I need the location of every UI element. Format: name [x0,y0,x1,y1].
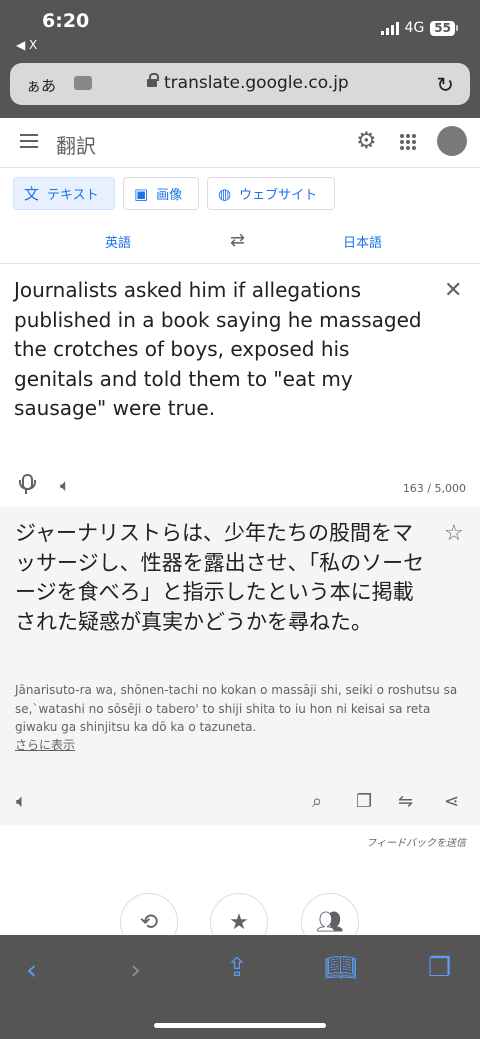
edit-translation-icon[interactable]: ⇋ [398,791,413,812]
tab-text-label: テキスト [47,188,99,203]
back-to-app-link[interactable]: ◀ X [16,38,37,52]
romanization-text: Jānarisuto-ra wa, shōnen-tachi no kokan … [15,683,458,734]
character-count: 163 / 5,000 [402,482,466,495]
reload-icon[interactable]: ↻ [436,73,454,97]
home-indicator [154,1023,326,1028]
globe-icon: ◍ [218,184,232,203]
tab-website-label: ウェブサイト [239,188,318,203]
listen-source-icon[interactable]: 🔈︎ [60,476,70,496]
bookmarks-icon[interactable]: 📖︎ [324,953,357,983]
listen-translation-icon[interactable]: 🔈︎ [16,791,27,812]
tabs-icon[interactable]: ❐ [428,953,451,983]
safari-toolbar: ‹ › ⇪ 📖︎ ❐ [0,935,480,1039]
back-icon[interactable]: ‹ [26,953,37,986]
translate-icon: 文 [24,185,40,203]
extension-icon[interactable] [74,76,92,90]
apps-grid-icon[interactable] [400,134,416,150]
battery-icon: 55 [430,20,455,36]
address-bar[interactable]: ぁあ translate.google.co.jp ↻ [10,63,470,105]
copy-icon[interactable]: ❐ [356,791,372,812]
network-type: 4G [404,20,425,36]
status-indicators: 4G 55 [380,20,458,36]
tab-text[interactable]: 文 テキスト [13,177,115,210]
gear-icon[interactable]: ⚙ [356,128,377,154]
tab-website[interactable]: ◍ ウェブサイト [207,177,335,210]
target-language-button[interactable]: 日本語 [343,232,382,251]
close-icon[interactable]: ✕ [444,278,462,303]
forward-icon[interactable]: › [130,953,141,986]
microphone-stem [25,488,27,494]
mode-tabs: 文 テキスト ▣ 画像 ◍ ウェブサイト [13,177,335,210]
avatar[interactable] [437,126,467,156]
tab-image[interactable]: ▣ 画像 [123,177,199,210]
lock-icon [147,73,159,90]
safari-address-area: ぁあ translate.google.co.jp ↻ [0,60,480,118]
page-title: 翻訳 [56,134,96,158]
star-icon[interactable]: ☆ [444,521,464,546]
translated-text: ジャーナリストらは、少年たちの股間をマッサージし、性器を露出させ、「私のソーセー… [15,521,425,634]
url-text[interactable]: translate.google.co.jp [164,73,349,93]
share-icon[interactable]: ⋖ [444,791,459,812]
share-sheet-icon[interactable]: ⇪ [226,953,248,983]
show-more-link[interactable]: さらに表示 [15,736,75,753]
swap-languages-icon[interactable]: ⇄ [230,230,245,251]
search-icon[interactable]: ⌕ [312,791,322,812]
translation-result: ジャーナリストらは、少年たちの股間をマッサージし、性器を露出させ、「私のソーセー… [0,507,480,825]
app-header: 翻訳 ⚙ [0,118,480,168]
language-selector: 英語 ⇄ 日本語 [0,222,480,264]
tab-image-label: 画像 [156,188,183,203]
source-text-input[interactable]: Journalists asked him if allegations pub… [14,276,426,424]
image-icon: ▣ [134,184,149,203]
battery-tip [456,25,458,31]
source-language-button[interactable]: 英語 [105,232,131,251]
status-bar: 6:20 ◀ X 4G 55 [0,0,480,60]
status-time: 6:20 [42,10,90,32]
reader-aa-button[interactable]: ぁあ [26,75,56,96]
send-feedback-link[interactable]: フィードバックを送信 [366,834,466,849]
menu-icon[interactable] [20,134,38,148]
signal-icon [380,21,399,35]
